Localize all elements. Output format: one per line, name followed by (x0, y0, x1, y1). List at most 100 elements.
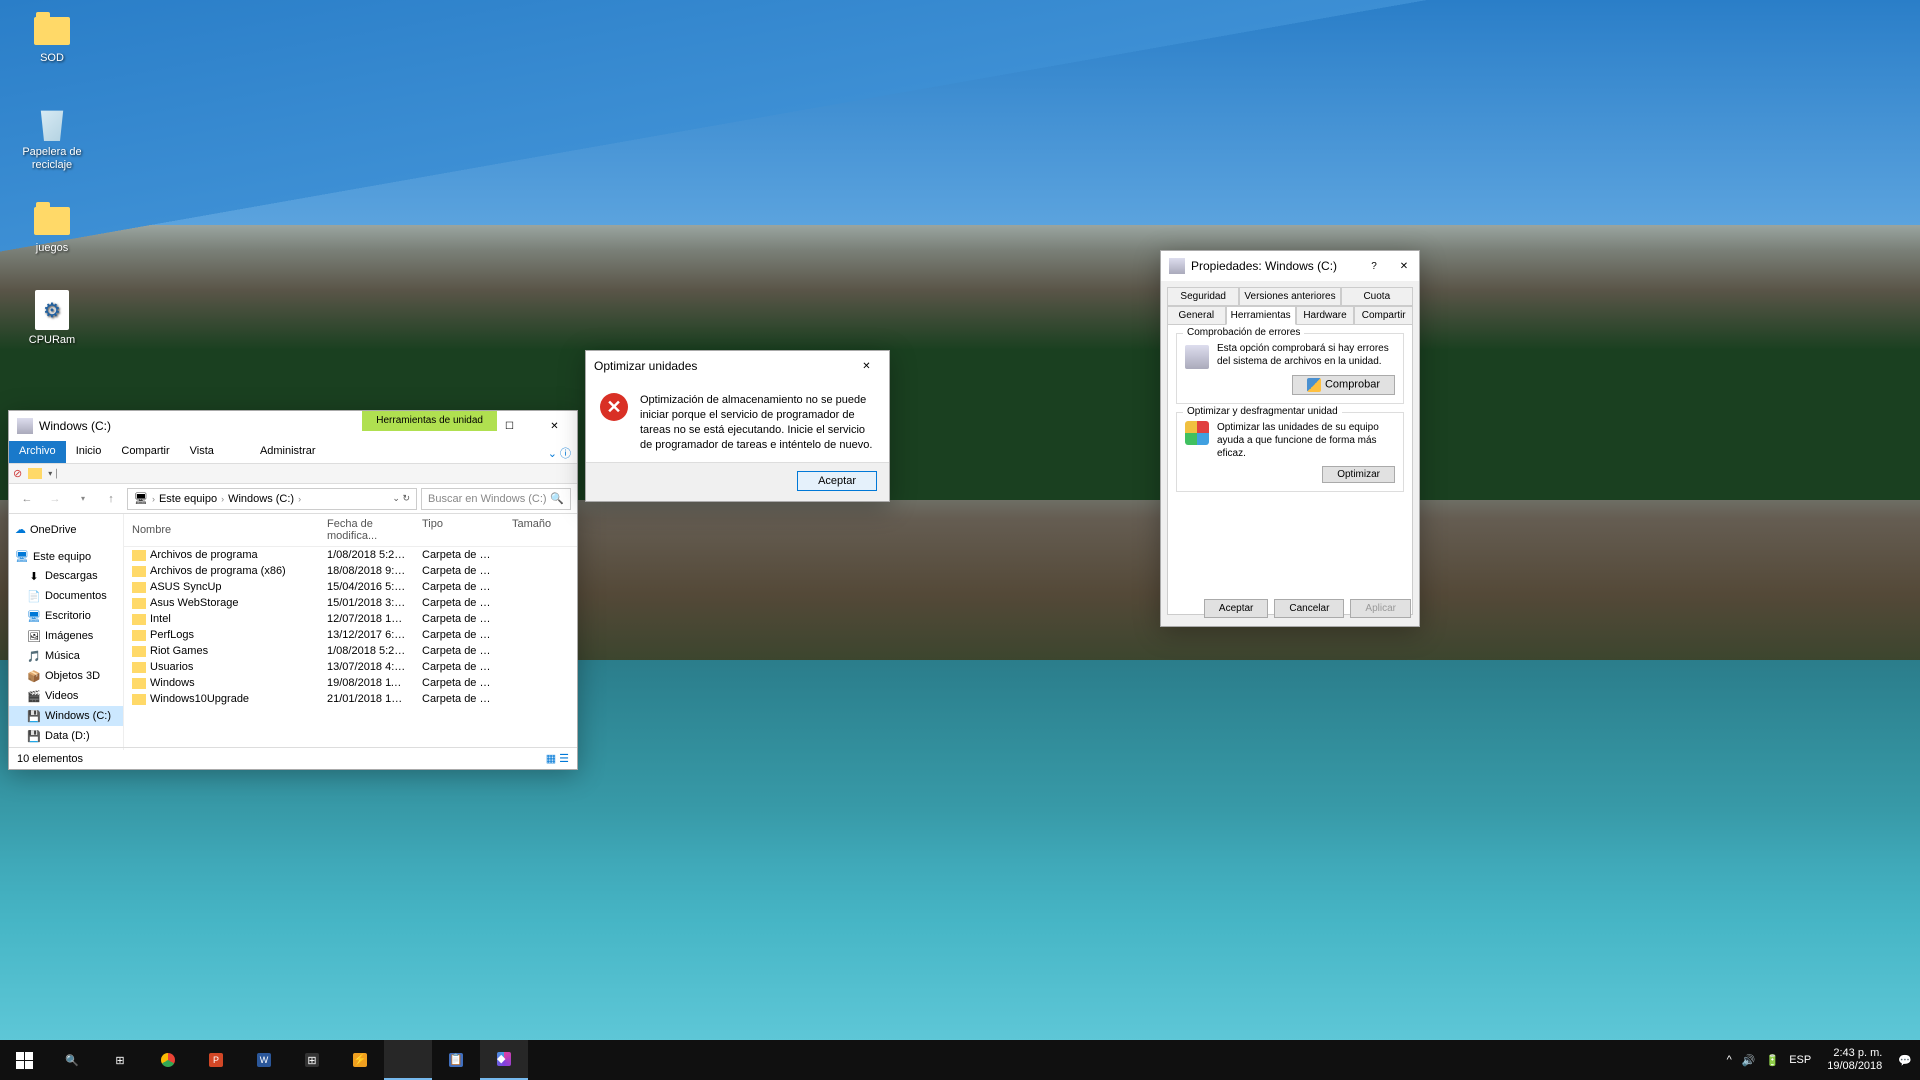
file-row[interactable]: Usuarios13/07/2018 4:02 p....Carpeta de … (124, 659, 577, 675)
tray-expand-icon[interactable]: ^ (1727, 1054, 1732, 1066)
sidebar-item-musica[interactable]: 🎵Música (9, 646, 123, 666)
folder-icon (132, 566, 146, 577)
file-row[interactable]: Windows10Upgrade21/01/2018 10:29 a....Ca… (124, 691, 577, 707)
folder-icon (132, 598, 146, 609)
taskbar-chrome[interactable] (144, 1040, 192, 1080)
group-desc: Optimizar las unidades de su equipo ayud… (1217, 421, 1395, 460)
ribbon-tab-vista[interactable]: Vista (180, 441, 224, 463)
ribbon-tab-inicio[interactable]: Inicio (66, 441, 112, 463)
optimize-button[interactable]: Optimizar (1322, 466, 1395, 483)
start-button[interactable] (0, 1040, 48, 1080)
tab-compartir[interactable]: Compartir (1354, 306, 1413, 325)
file-row[interactable]: Asus WebStorage15/01/2018 3:27 p....Carp… (124, 595, 577, 611)
back-button[interactable]: ← (15, 493, 39, 505)
file-row[interactable]: Intel12/07/2018 12:33 ...Carpeta de arch… (124, 611, 577, 627)
desktop-icon-recycle[interactable]: Papelera de reciclaje (14, 102, 90, 172)
error-icon: ✕ (600, 393, 628, 421)
tab-seguridad[interactable]: Seguridad (1167, 287, 1239, 306)
sidebar-item-documentos[interactable]: 📄Documentos (9, 586, 123, 606)
chevron-down-icon[interactable]: ▾ │ (48, 469, 59, 478)
sidebar-item-windows-c[interactable]: 💾Windows (C:) (9, 706, 123, 726)
sidebar-onedrive[interactable]: ☁OneDrive (9, 520, 123, 539)
file-row[interactable]: ASUS SyncUp15/04/2016 5:46 p....Carpeta … (124, 579, 577, 595)
clock[interactable]: 2:43 p. m. 19/08/2018 (1821, 1047, 1888, 1073)
desktop-icon-cpuram[interactable]: ⚙ CPURam (14, 290, 90, 347)
breadcrumb-item[interactable]: Windows (C:) (228, 493, 294, 505)
notifications-icon[interactable]: 💬 (1898, 1054, 1912, 1067)
apply-button[interactable]: Aplicar (1350, 599, 1411, 618)
header-size[interactable]: Tamaño (504, 518, 564, 542)
sidebar-item-imagenes[interactable]: 🖼Imágenes (9, 626, 123, 646)
ribbon-tab-compartir[interactable]: Compartir (111, 441, 179, 463)
sidebar-item-data-d[interactable]: 💾Data (D:) (9, 726, 123, 746)
folder-icon[interactable] (28, 468, 42, 479)
file-row[interactable]: Archivos de programa (x86)18/08/2018 9:5… (124, 563, 577, 579)
group-title: Optimizar y desfragmentar unidad (1183, 406, 1342, 417)
taskbar-app2[interactable]: ◆ (480, 1040, 528, 1080)
help-icon[interactable]: ⌄ ⓘ (542, 441, 577, 463)
desktop-icon-sod[interactable]: SOD (14, 8, 90, 65)
shield-icon (1307, 378, 1321, 392)
taskview-button[interactable]: ⊞ (96, 1040, 144, 1080)
language-indicator[interactable]: ESP (1789, 1054, 1811, 1066)
taskbar-explorer[interactable] (384, 1040, 432, 1080)
ok-button[interactable]: Aceptar (797, 471, 877, 491)
group-desc: Esta opción comprobará si hay errores de… (1217, 342, 1395, 368)
recent-button[interactable]: ▾ (71, 494, 95, 503)
view-toggle[interactable]: ▦ ☰ (546, 752, 569, 765)
tab-hardware[interactable]: Hardware (1296, 306, 1355, 325)
desktop-icon-label: SOD (14, 52, 90, 65)
taskbar-winamp[interactable]: ⚡ (336, 1040, 384, 1080)
ok-button[interactable]: Aceptar (1204, 599, 1268, 618)
header-type[interactable]: Tipo (414, 518, 504, 542)
error-dialog: Optimizar unidades ✕ ✕ Optimización de a… (585, 350, 890, 502)
tab-herramientas[interactable]: Herramientas (1226, 306, 1296, 325)
file-row[interactable]: Archivos de programa1/08/2018 5:25 p. m.… (124, 547, 577, 563)
status-text: 10 elementos (17, 753, 83, 765)
forward-button[interactable]: → (43, 493, 67, 505)
taskbar-word[interactable]: W (240, 1040, 288, 1080)
battery-icon[interactable]: 🔋 (1766, 1054, 1780, 1067)
drive-icon (17, 418, 33, 434)
toolbar-icon[interactable]: ⊘ (13, 467, 22, 480)
taskbar-app1[interactable]: 📋 (432, 1040, 480, 1080)
drive-icon (1169, 258, 1185, 274)
cancel-button[interactable]: Cancelar (1274, 599, 1344, 618)
breadcrumb[interactable]: 🖥› Este equipo› Windows (C:)› ⌄ ↻ (127, 488, 417, 510)
file-row[interactable]: PerfLogs13/12/2017 6:26 p....Carpeta de … (124, 627, 577, 643)
taskbar-powerpoint[interactable]: P (192, 1040, 240, 1080)
group-title: Comprobación de errores (1183, 327, 1304, 338)
search-input[interactable]: Buscar en Windows (C:) 🔍 (421, 488, 571, 510)
file-row[interactable]: Riot Games1/08/2018 5:21 p. m.Carpeta de… (124, 643, 577, 659)
volume-icon[interactable]: 🔊 (1742, 1054, 1756, 1067)
tab-general[interactable]: General (1167, 306, 1226, 325)
close-button[interactable]: ✕ (532, 411, 577, 441)
explorer-titlebar[interactable]: Windows (C:) Herramientas de unidad ─ ☐ … (9, 411, 577, 441)
folder-icon (132, 694, 146, 705)
sidebar-item-escritorio[interactable]: 🖥Escritorio (9, 606, 123, 626)
check-button[interactable]: Comprobar (1292, 375, 1395, 395)
ribbon-tab-file[interactable]: Archivo (9, 441, 66, 463)
sidebar-item-descargas[interactable]: ⬇Descargas (9, 566, 123, 586)
tab-cuota[interactable]: Cuota (1341, 287, 1413, 306)
explorer-window: Windows (C:) Herramientas de unidad ─ ☐ … (8, 410, 578, 770)
sidebar: ☁OneDrive 🖥Este equipo ⬇Descargas 📄Docum… (9, 514, 124, 750)
taskbar-calculator[interactable]: ⊞ (288, 1040, 336, 1080)
breadcrumb-item[interactable]: Este equipo (159, 493, 217, 505)
close-button[interactable]: ✕ (844, 351, 889, 381)
help-button[interactable]: ? (1359, 251, 1389, 281)
defrag-icon (1185, 421, 1209, 445)
file-row[interactable]: Windows19/08/2018 11:02 a....Carpeta de … (124, 675, 577, 691)
sidebar-thispc[interactable]: 🖥Este equipo (9, 547, 123, 566)
up-button[interactable]: ↑ (99, 493, 123, 505)
close-button[interactable]: ✕ (1389, 251, 1419, 281)
sidebar-item-objetos3d[interactable]: 📦Objetos 3D (9, 666, 123, 686)
search-button[interactable]: 🔍 (48, 1040, 96, 1080)
header-name[interactable]: Nombre (124, 518, 319, 542)
sidebar-item-videos[interactable]: 🎬Videos (9, 686, 123, 706)
header-date[interactable]: Fecha de modifica... (319, 518, 414, 542)
ribbon-tab-administrar[interactable]: Administrar (250, 441, 326, 463)
breadcrumb-dropdown[interactable]: ⌄ ↻ (392, 493, 410, 504)
tab-versiones[interactable]: Versiones anteriores (1239, 287, 1340, 306)
desktop-icon-juegos[interactable]: juegos (14, 198, 90, 255)
